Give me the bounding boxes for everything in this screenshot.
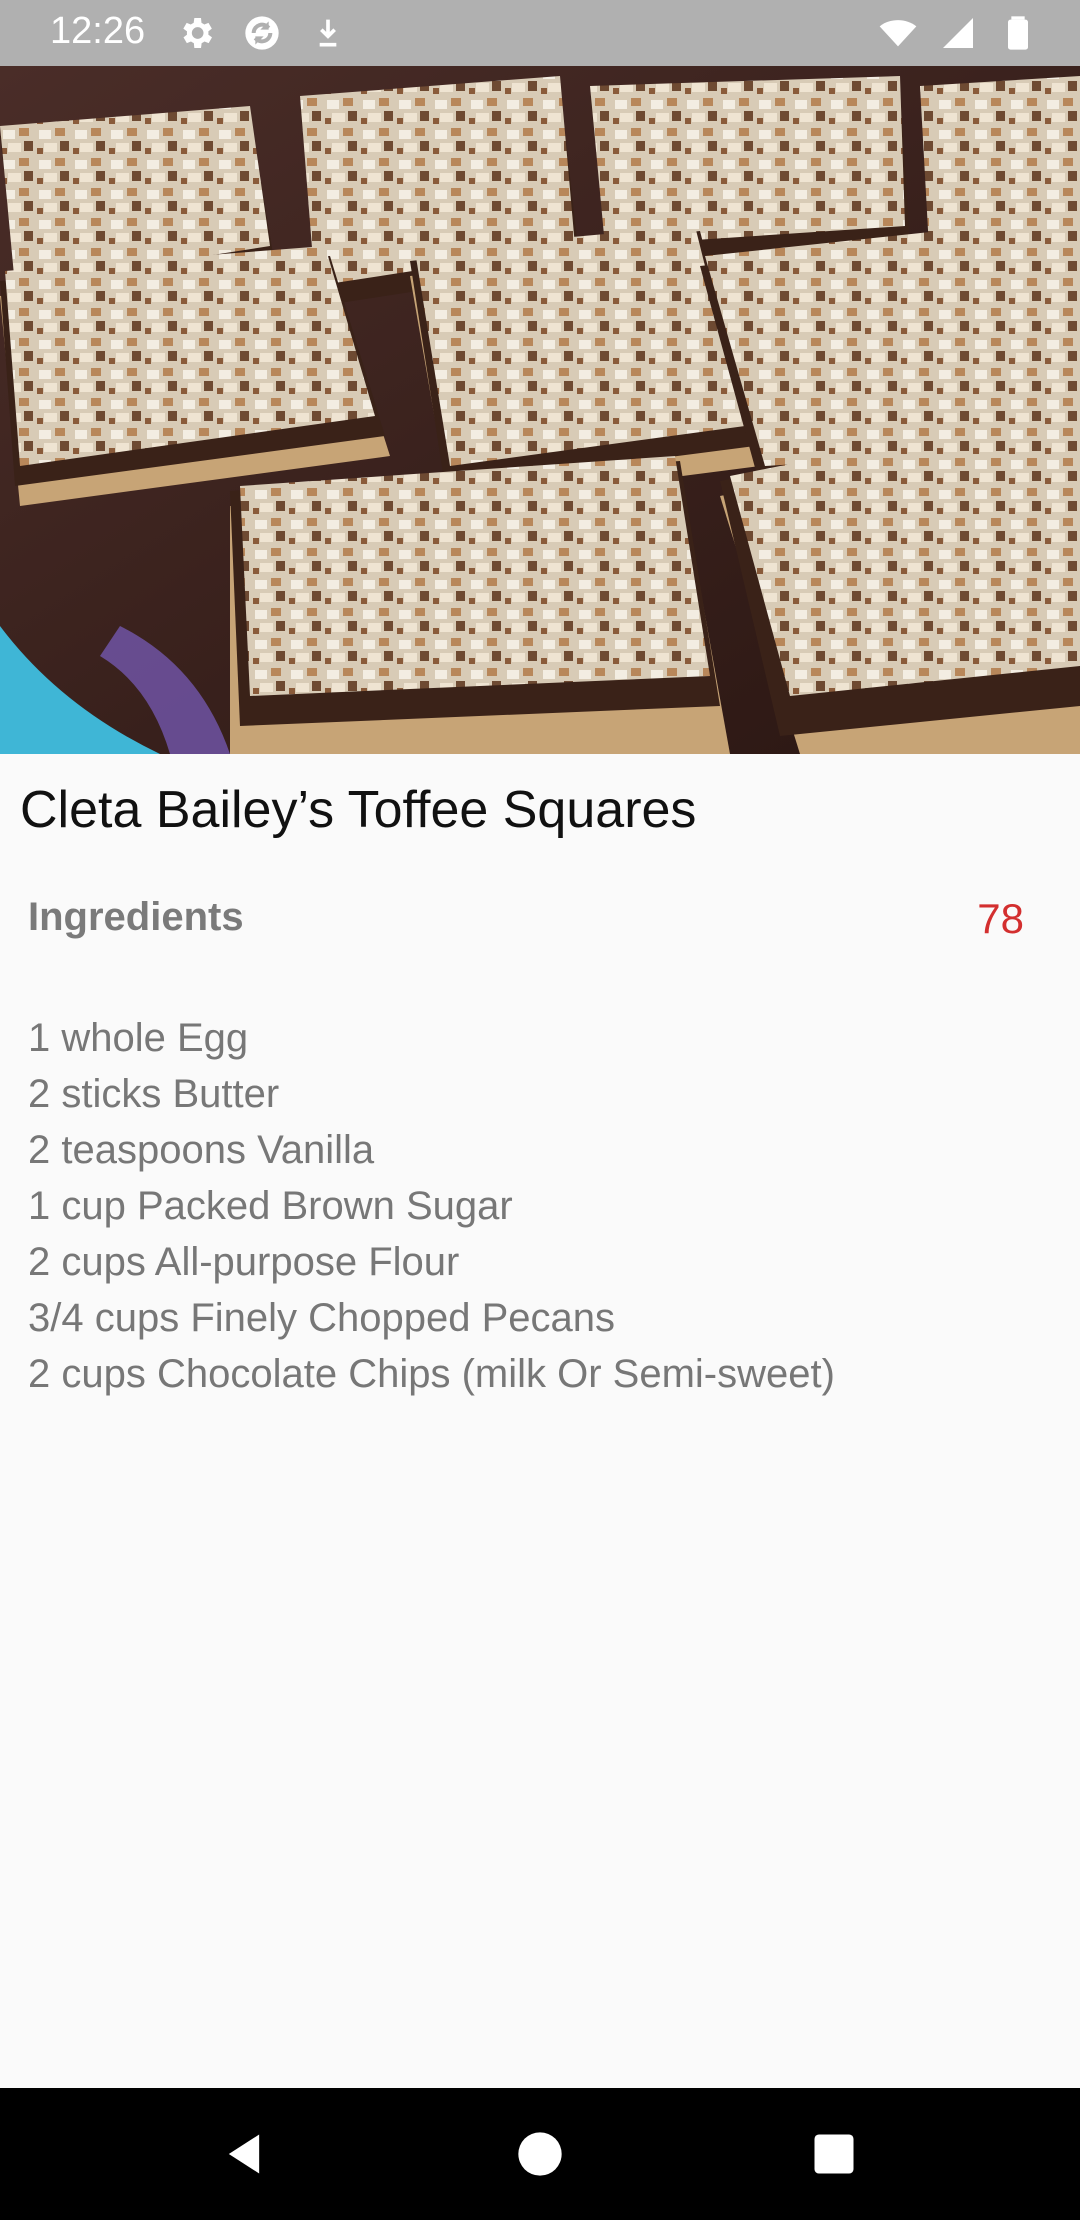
download-icon	[319, 19, 337, 47]
gear-icon	[183, 18, 212, 48]
back-icon[interactable]	[218, 2128, 270, 2180]
ingredients-label: Ingredients	[28, 895, 244, 939]
navigation-bar	[0, 2088, 1080, 2220]
status-time: 12:26	[50, 10, 146, 52]
recipe-title: Cleta Bailey’s Toffee Squares	[20, 781, 697, 839]
recents-icon[interactable]	[808, 2128, 860, 2180]
battery-icon	[1008, 16, 1028, 50]
status-icons-right	[878, 13, 1038, 53]
list-item: 2 cups Chocolate Chips (milk Or Semi-swe…	[28, 1352, 835, 1396]
toffee-squares-image	[0, 66, 1080, 754]
list-item: 1 whole Egg	[28, 1016, 249, 1060]
status-icons-left	[176, 13, 348, 53]
list-item: 1 cup Packed Brown Sugar	[28, 1184, 513, 1228]
signal-icon	[943, 18, 973, 48]
list-item: 2 sticks Butter	[28, 1072, 280, 1116]
status-bar: 12:26	[0, 0, 1080, 66]
list-item: 3/4 cups Finely Chopped Pecans	[28, 1296, 616, 1340]
recipe-photo	[0, 66, 1080, 754]
list-item: 2 cups All-purpose Flour	[28, 1240, 460, 1284]
ingredients-count: 78	[977, 895, 1024, 942]
ingredients-list: 1 whole Egg 2 sticks Butter 2 teaspoons …	[28, 1010, 835, 1402]
home-icon[interactable]	[514, 2128, 566, 2180]
wifi-icon	[879, 20, 917, 47]
ingredients-header: Ingredients 78	[28, 895, 1028, 955]
sync-icon	[245, 16, 279, 50]
list-item: 2 teaspoons Vanilla	[28, 1128, 375, 1172]
